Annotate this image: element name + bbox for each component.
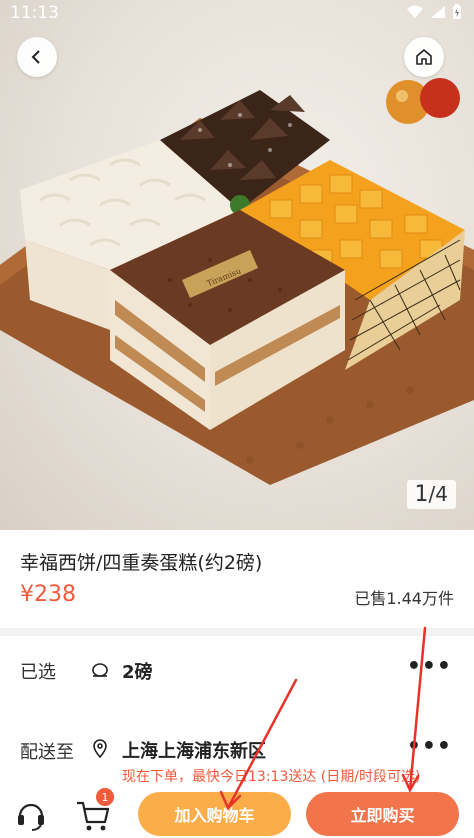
status-icons xyxy=(406,4,462,20)
delivery-notice: 现在下单，最快今日13:13送达 (日期/时段可选) xyxy=(122,769,421,785)
wifi-icon xyxy=(407,5,423,18)
product-title: 幸福西饼/四重奏蛋糕(约2磅) xyxy=(20,552,263,574)
buy-now-button[interactable]: 立即购买 xyxy=(306,792,459,836)
selected-more-icon[interactable]: ••• xyxy=(407,654,452,679)
status-time: 11:13 xyxy=(10,3,59,23)
battery-icon xyxy=(453,4,461,19)
add-to-cart-button[interactable]: 加入购物车 xyxy=(138,792,291,836)
selected-label: 已选 xyxy=(20,662,56,683)
product-info-card: 幸福西饼/四重奏蛋糕(约2磅) ¥238 已售1.44万件 xyxy=(0,530,474,628)
selected-value: 2磅 xyxy=(122,662,153,683)
cake-image: Tiramisu xyxy=(0,78,474,485)
back-button[interactable] xyxy=(17,37,57,77)
page-total: 4 xyxy=(435,482,448,506)
cart-count-badge: 1 xyxy=(96,788,114,806)
spec-weight-icon xyxy=(92,663,108,677)
cellular-signal-icon xyxy=(431,6,445,18)
product-image-carousel[interactable]: Tiramisu 1/4 xyxy=(0,0,474,530)
delivery-more-icon[interactable]: ••• xyxy=(407,734,452,759)
bottom-action-bar: 1 加入购物车 立即购买 xyxy=(0,786,474,838)
delivery-address: 上海上海浦东新区 xyxy=(122,741,266,762)
delivery-label: 配送至 xyxy=(20,742,74,763)
home-icon xyxy=(416,49,432,65)
chevron-left-icon xyxy=(31,50,40,64)
sold-count: 已售1.44万件 xyxy=(354,589,454,608)
location-pin-icon xyxy=(93,739,107,759)
page-current: 1 xyxy=(414,482,429,507)
product-price: ¥238 xyxy=(20,582,76,607)
home-button[interactable] xyxy=(404,37,444,77)
customer-service-icon[interactable] xyxy=(14,798,48,832)
status-bar: 11:13 xyxy=(0,0,474,28)
image-page-indicator: 1/4 xyxy=(406,480,456,509)
